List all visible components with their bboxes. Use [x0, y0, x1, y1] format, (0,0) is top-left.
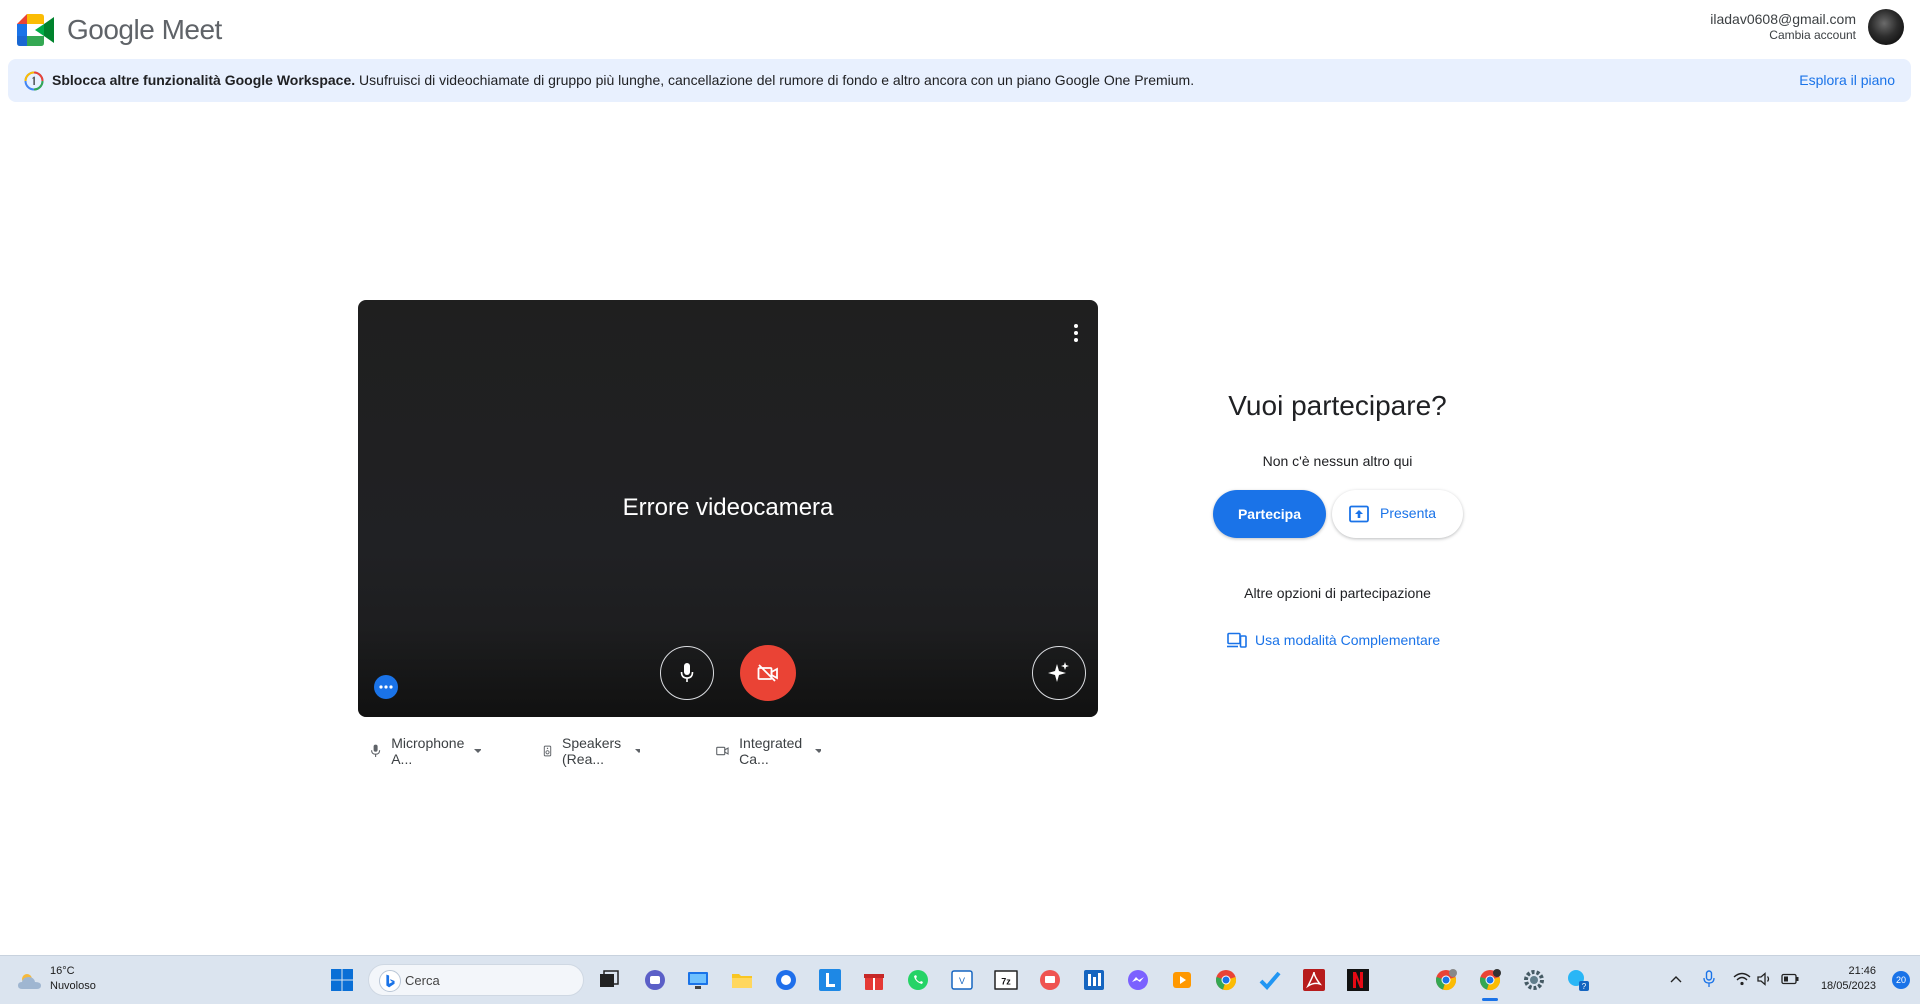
microphone-icon: [371, 744, 381, 758]
companion-mode-link[interactable]: Usa modalità Complementare: [1227, 630, 1440, 650]
banner-body-text: Usufruisci di videochiamate di gruppo pi…: [355, 72, 1195, 88]
present-screen-icon: [1349, 505, 1369, 523]
svg-text:7z: 7z: [1001, 977, 1011, 987]
volume-icon[interactable]: [1757, 972, 1773, 986]
upgrade-banner: Sblocca altre funzionalità Google Worksp…: [8, 59, 1911, 102]
other-join-options-title: Altre opzioni di partecipazione: [1244, 585, 1431, 601]
get-help-icon[interactable]: ?: [1566, 968, 1590, 992]
windows-taskbar: 16°C Nuvoloso Cerca V 7z ? 21:46 18/05/2…: [0, 955, 1920, 1004]
virtualbox-icon[interactable]: V: [950, 968, 974, 992]
taskbar-search[interactable]: Cerca: [368, 964, 584, 996]
microphone-in-use-icon[interactable]: [1703, 970, 1715, 988]
chevron-down-icon: [814, 749, 822, 753]
remote-desktop-icon[interactable]: [686, 968, 710, 992]
chrome-icon: [1480, 969, 1501, 991]
media-player-icon[interactable]: [1170, 968, 1194, 992]
present-button[interactable]: Presenta: [1332, 490, 1463, 538]
github-icon[interactable]: [774, 968, 798, 992]
system-clock[interactable]: 21:46 18/05/2023: [1821, 964, 1876, 994]
svg-text:V: V: [959, 976, 965, 986]
camera-toggle-button[interactable]: [740, 645, 796, 701]
app-title: Google Meet: [67, 14, 222, 45]
netflix-icon[interactable]: [1346, 968, 1370, 992]
weather-description: Nuvoloso: [50, 980, 96, 992]
messenger-icon[interactable]: [1126, 968, 1150, 992]
background-options-button[interactable]: [374, 675, 398, 699]
participants-status: Non c'è nessun altro qui: [1262, 453, 1413, 469]
speaker-icon: [543, 745, 552, 757]
microphone-icon: [680, 663, 694, 682]
more-options-icon[interactable]: [1070, 322, 1082, 344]
clock-time: 21:46: [1848, 965, 1876, 977]
banner-bold-text: Sblocca altre funzionalità Google Worksp…: [52, 72, 356, 88]
ellipsis-icon: [379, 685, 393, 689]
account-email: iladav0608@gmail.com: [1710, 11, 1856, 27]
speakers-select-label: Speakers (Rea...: [562, 735, 622, 767]
present-button-label: Presenta: [1380, 505, 1437, 521]
battery-icon[interactable]: [1781, 973, 1799, 985]
video-camera-icon: [716, 746, 729, 756]
file-explorer-icon[interactable]: [730, 968, 754, 992]
preview-gradient: [358, 627, 1098, 717]
chevron-down-icon: [474, 749, 482, 753]
avatar[interactable]: [1868, 9, 1904, 45]
chevron-up-icon[interactable]: [1670, 974, 1682, 984]
banner-message: Sblocca altre funzionalità Google Worksp…: [52, 72, 1194, 88]
windows-start-icon[interactable]: [330, 968, 354, 992]
camera-select[interactable]: Integrated Ca...: [716, 735, 822, 767]
microphone-toggle-button[interactable]: [660, 646, 714, 700]
camera-error-message: Errore videocamera: [622, 494, 834, 521]
teams-chat-icon[interactable]: [643, 968, 667, 992]
camera-select-label: Integrated Ca...: [739, 735, 803, 767]
account-info: iladav0608@gmail.com Cambia account: [1710, 11, 1856, 42]
google-one-icon: [24, 71, 44, 91]
sparkle-icon: [1048, 662, 1069, 682]
explore-plan-link[interactable]: Esplora il piano: [1799, 72, 1895, 88]
visual-effects-button[interactable]: [1032, 646, 1086, 700]
chrome-icon[interactable]: [1214, 968, 1238, 992]
acrobat-icon[interactable]: [1302, 968, 1326, 992]
todo-icon[interactable]: [1258, 968, 1282, 992]
companion-mode-label: Usa modalità Complementare: [1255, 632, 1441, 648]
7zip-icon[interactable]: 7z: [994, 968, 1018, 992]
microphone-select[interactable]: Microphone A...: [370, 735, 482, 767]
settings-gear-icon[interactable]: [1522, 968, 1546, 992]
whatsapp-icon[interactable]: [906, 968, 930, 992]
chrome-active-app[interactable]: [1478, 968, 1502, 1001]
companion-devices-icon: [1227, 632, 1247, 648]
switch-account-link[interactable]: Cambia account: [1710, 28, 1856, 42]
google-meet-logo[interactable]: [17, 14, 55, 46]
bing-icon[interactable]: [379, 970, 401, 992]
task-view-icon[interactable]: [597, 968, 621, 992]
chrome-profile-icon[interactable]: [1434, 968, 1458, 992]
microphone-select-label: Microphone A...: [391, 735, 465, 767]
active-indicator: [1482, 998, 1498, 1001]
search-placeholder: Cerca: [405, 973, 440, 988]
l-app-icon[interactable]: [818, 968, 842, 992]
clock-date: 18/05/2023: [1820, 980, 1876, 992]
weather-temperature: 16°C: [50, 965, 75, 977]
join-button[interactable]: Partecipa: [1213, 490, 1326, 538]
camera-off-icon: [757, 664, 778, 682]
anydesk-icon[interactable]: [1038, 968, 1062, 992]
control-panel-icon[interactable]: [1082, 968, 1106, 992]
video-preview: Errore videocamera: [358, 300, 1098, 717]
chevron-down-icon: [634, 749, 641, 753]
gift-icon[interactable]: [862, 968, 886, 992]
wifi-icon[interactable]: [1733, 972, 1751, 986]
speakers-select[interactable]: Speakers (Rea...: [543, 735, 641, 767]
cloudy-icon: [18, 974, 41, 989]
app-header: Google Meet iladav0608@gmail.com Cambia …: [0, 0, 1920, 60]
join-title: Vuoi partecipare?: [1228, 390, 1447, 421]
svg-text:?: ?: [1582, 982, 1587, 991]
notification-badge[interactable]: 20: [1892, 971, 1910, 989]
